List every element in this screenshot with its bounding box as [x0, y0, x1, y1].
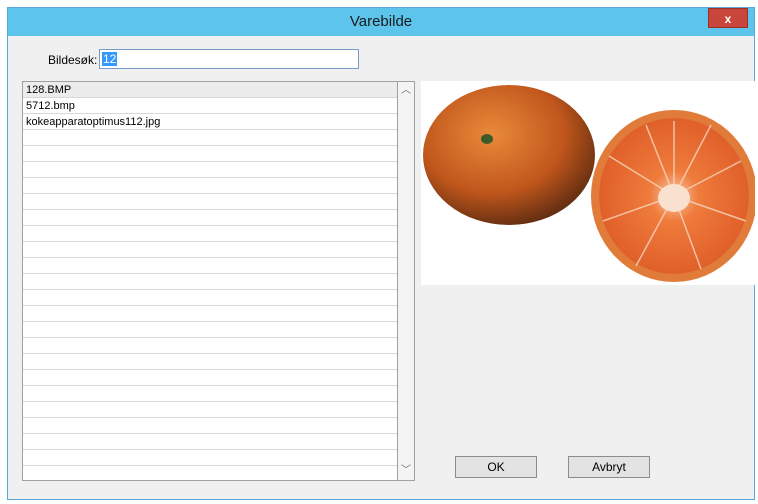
- title-bar[interactable]: Varebilde x: [8, 8, 754, 36]
- scroll-up-icon[interactable]: ︿: [398, 83, 414, 99]
- search-input-value: 12: [102, 52, 118, 66]
- file-list-empty-row[interactable]: [23, 306, 398, 322]
- file-list-empty-row[interactable]: [23, 210, 398, 226]
- file-list-empty-row[interactable]: [23, 338, 398, 354]
- window-title: Varebilde: [349, 13, 413, 30]
- file-list-item[interactable]: kokeapparatoptimus112.jpg: [23, 114, 398, 130]
- file-list-empty-row[interactable]: [23, 178, 398, 194]
- file-list-empty-row[interactable]: [23, 130, 398, 146]
- cancel-button[interactable]: Avbryt: [568, 456, 650, 478]
- file-list-empty-row[interactable]: [23, 434, 398, 450]
- file-list-empty-row[interactable]: [23, 242, 398, 258]
- file-list-empty-row[interactable]: [23, 418, 398, 434]
- search-input[interactable]: 12: [99, 49, 359, 69]
- file-list-empty-row[interactable]: [23, 226, 398, 242]
- file-list-empty-row[interactable]: [23, 274, 398, 290]
- file-list-empty-row[interactable]: [23, 162, 398, 178]
- file-list-empty-row[interactable]: [23, 290, 398, 306]
- file-list-empty-row[interactable]: [23, 194, 398, 210]
- file-list-item[interactable]: 5712.bmp: [23, 98, 398, 114]
- ok-button[interactable]: OK: [455, 456, 537, 478]
- file-list-scrollbar[interactable]: ︿ ﹀: [397, 81, 415, 481]
- file-list-empty-row[interactable]: [23, 450, 398, 466]
- scroll-down-icon[interactable]: ﹀: [398, 463, 414, 479]
- orange-image-icon: [423, 85, 757, 282]
- file-list[interactable]: 128.BMP 5712.bmp kokeapparatoptimus112.jpg: [22, 81, 399, 481]
- file-list-item[interactable]: 128.BMP: [23, 82, 398, 98]
- file-list-empty-row[interactable]: [23, 258, 398, 274]
- file-list-empty-row[interactable]: [23, 370, 398, 386]
- file-list-empty-row[interactable]: [23, 146, 398, 162]
- close-button[interactable]: x: [708, 8, 748, 28]
- search-label: Bildesøk:: [48, 53, 98, 67]
- file-list-empty-row[interactable]: [23, 402, 398, 418]
- image-dialog: Varebilde x Bildesøk: 12 128.BMP 5712.bmp…: [7, 7, 757, 500]
- file-list-empty-row[interactable]: [23, 322, 398, 338]
- image-preview: [421, 81, 757, 285]
- file-list-empty-row[interactable]: [23, 386, 398, 402]
- file-list-empty-row[interactable]: [23, 354, 398, 370]
